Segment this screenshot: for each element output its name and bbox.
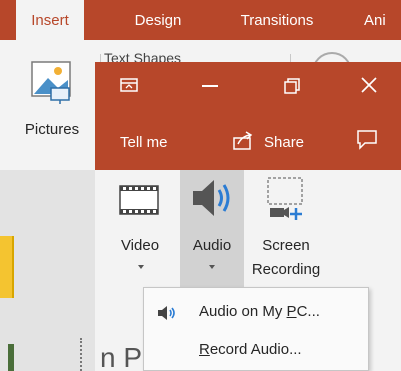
audio-label: Audio [192,237,232,254]
screen-recording-icon[interactable] [262,176,308,222]
minimize-icon[interactable] [202,85,218,87]
pictures-button[interactable] [24,54,72,108]
menu-item-audio-on-my-pc[interactable]: Audio on My PC... [145,294,367,332]
slide-title-partial: n P [100,342,143,371]
video-dropdown-caret-icon[interactable] [138,265,144,269]
thumbnail-edge [8,344,14,371]
pictures-icon [31,61,71,104]
slide-placeholder-border [80,338,86,371]
speaker-icon [189,176,235,220]
pictures-label: Pictures [24,121,80,138]
tab-transitions[interactable]: Transitions [222,0,332,40]
screen-recording-label-1[interactable]: Screen [246,236,326,256]
speaker-small-icon [158,306,175,320]
tab-design[interactable]: Design [128,0,188,40]
video-icon[interactable] [117,180,161,220]
tell-me-box[interactable]: Tell me [120,134,168,151]
audio-dropdown-menu: Audio on My PC... Record Audio... [143,287,369,371]
ribbon-display-options-icon[interactable] [120,78,138,92]
audio-dropdown-caret-icon [209,265,215,269]
video-label[interactable]: Video [112,236,168,256]
screen-recording-label-2[interactable]: Recording [246,260,326,280]
menu-item-label: Record Audio... [199,341,302,358]
restore-icon[interactable] [284,78,300,94]
close-icon[interactable] [360,76,378,94]
window-title-overlay [95,62,401,170]
menu-item-label: Audio on My PC... [199,303,320,320]
share-button[interactable]: Share [264,134,304,151]
tab-animations[interactable]: Ani [364,0,401,40]
tab-insert[interactable]: Insert [16,0,84,40]
menu-item-record-audio[interactable]: Record Audio... [145,332,367,370]
slide-thumbnail[interactable] [0,236,14,298]
share-icon[interactable] [232,130,254,152]
comments-icon[interactable] [356,128,378,150]
